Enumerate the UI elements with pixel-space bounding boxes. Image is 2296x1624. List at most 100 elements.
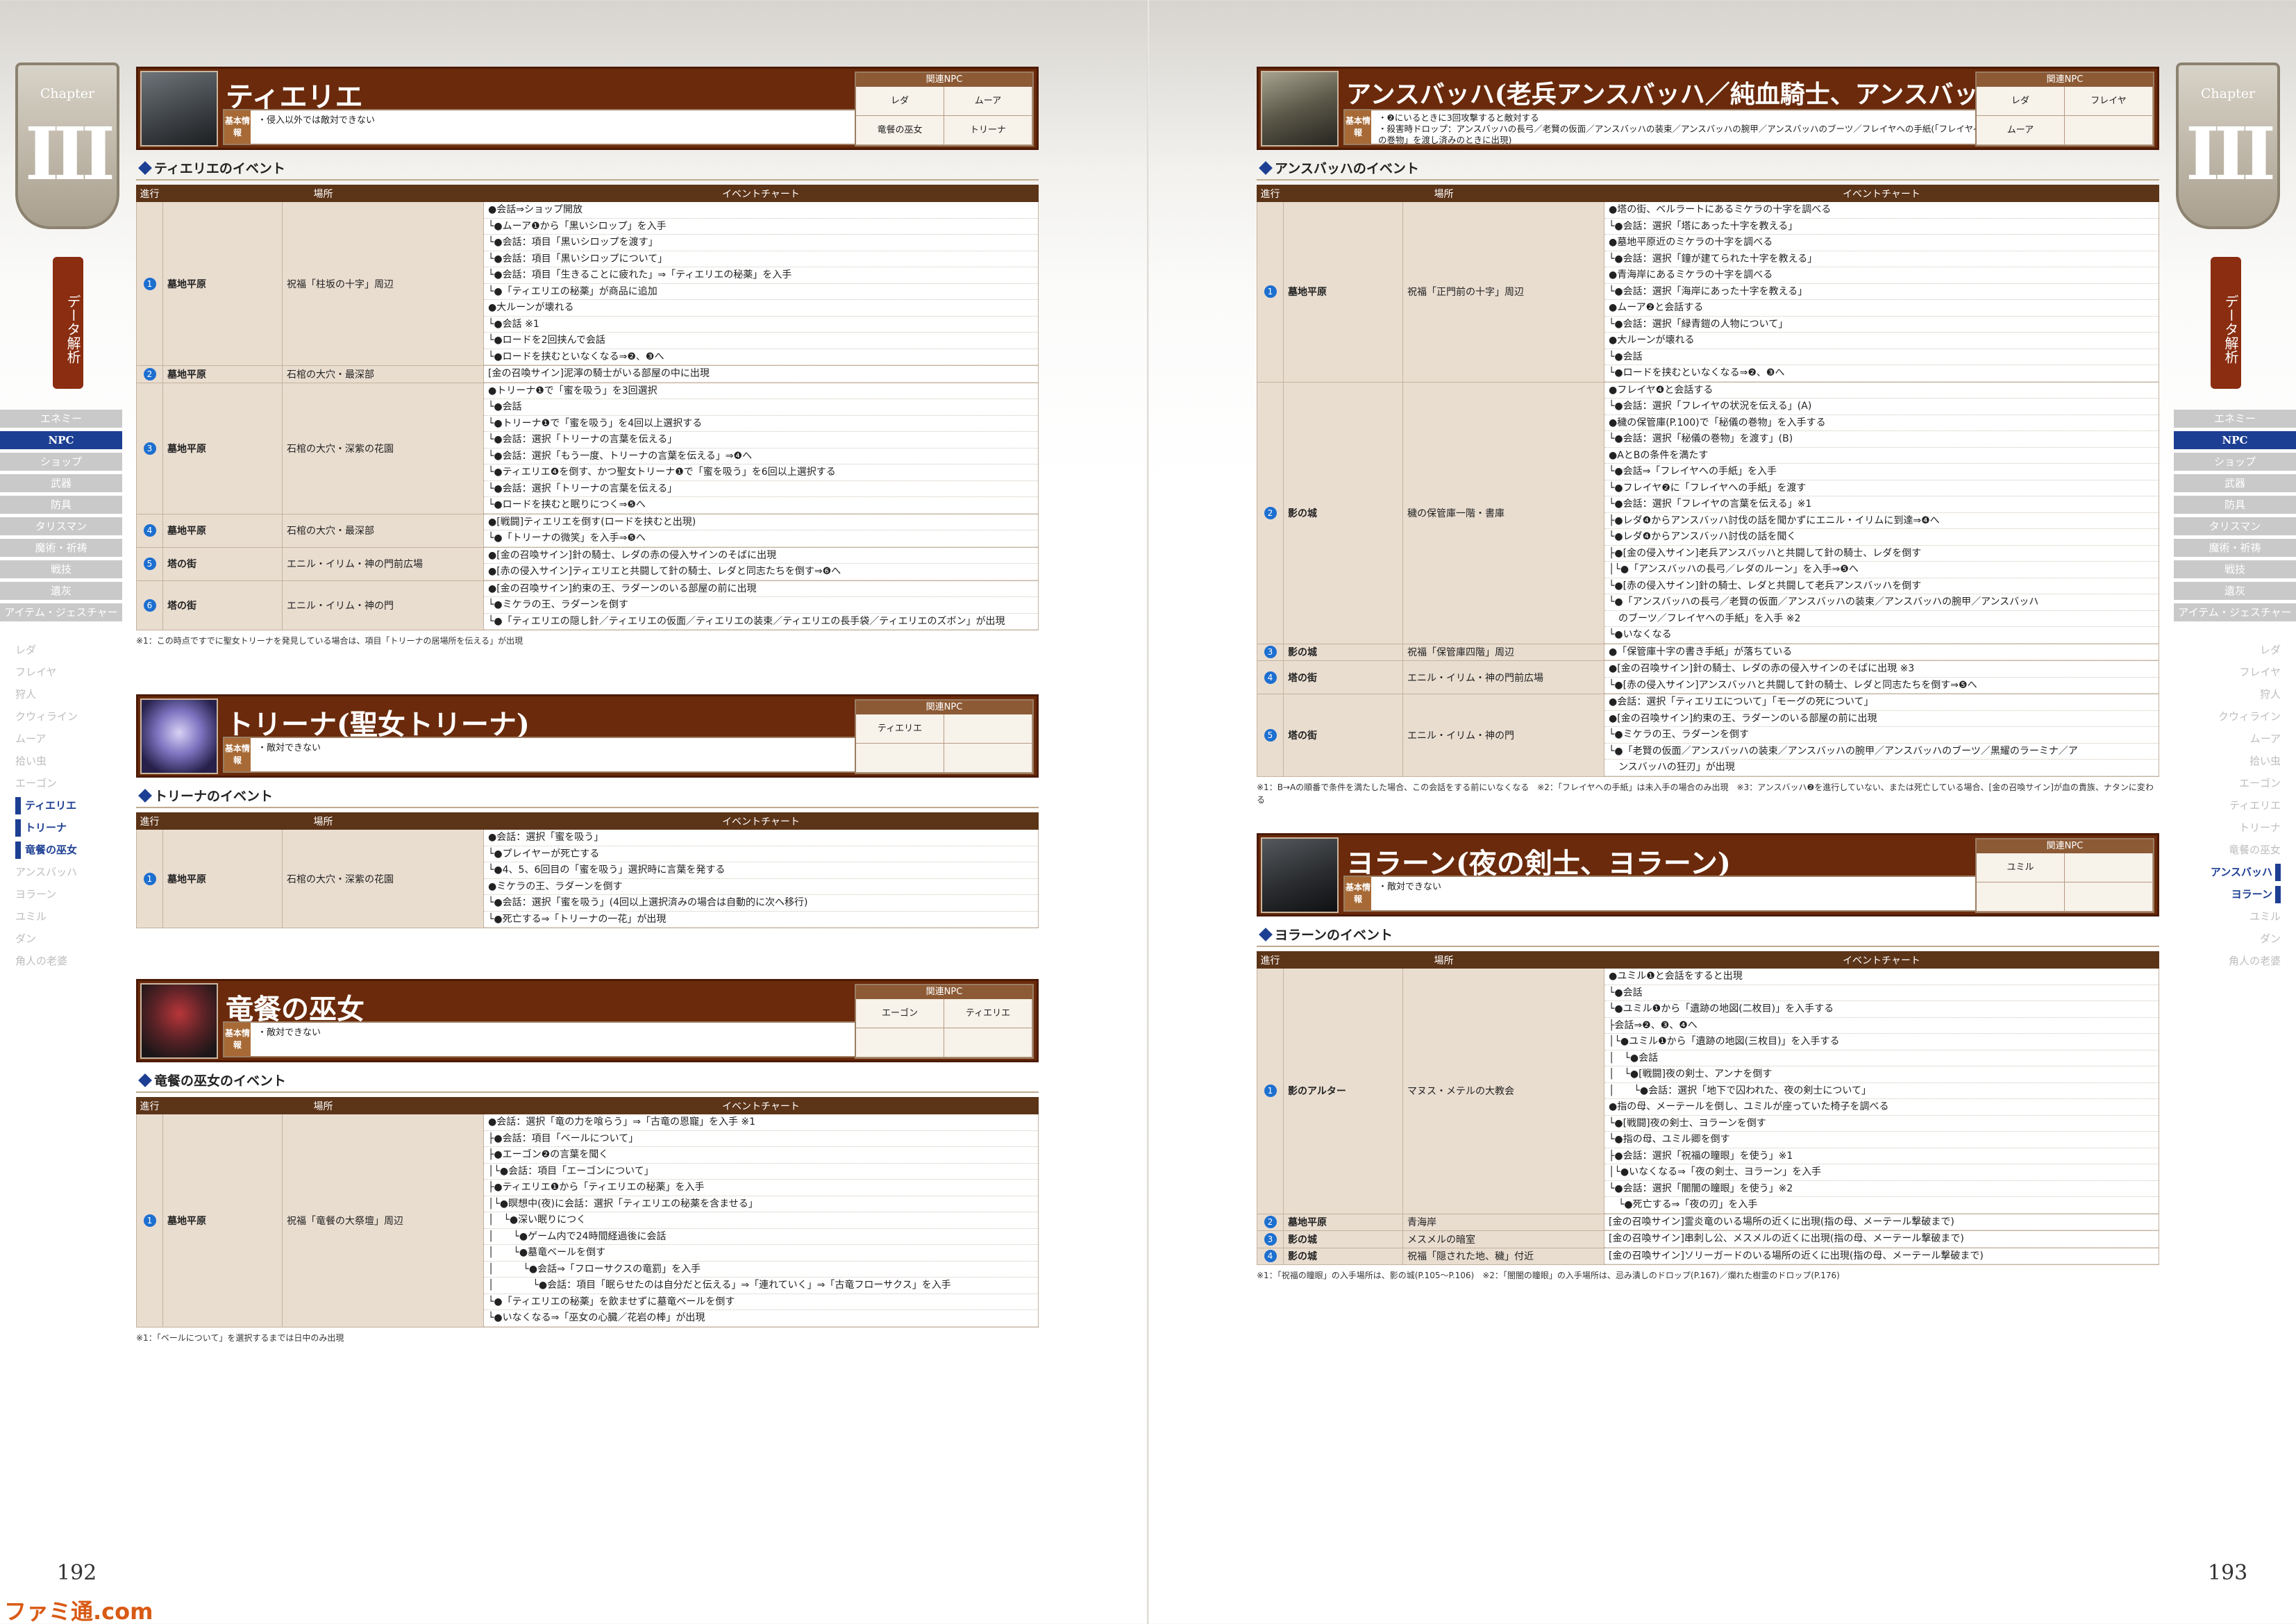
chart-line: └●会話：選択「秘儀の巻物」を渡す」(B) <box>1604 431 2159 448</box>
page-number: 192 <box>57 1561 97 1585</box>
npc-nav-item[interactable]: アンスバッハ <box>2170 864 2281 881</box>
npc-nav-item[interactable]: ダン <box>15 930 126 948</box>
npc-nav-item[interactable]: ダン <box>2170 930 2281 948</box>
related-npc-cell[interactable]: ティエリエ <box>856 714 944 744</box>
related-npc-cell <box>2065 853 2153 882</box>
watermark-logo: ファミ通.com <box>4 1598 153 1624</box>
npc-nav-item[interactable]: 拾い虫 <box>15 753 126 770</box>
place-cell: 石棺の大穴・最深部 <box>282 365 484 383</box>
npc-nav-item[interactable]: ヨラーン <box>2170 886 2281 903</box>
tierie-portrait <box>140 71 218 147</box>
nav-item[interactable]: アイテム・ジェスチャー <box>0 603 122 621</box>
event-row: 2 墓地平原 青海岸 [金の召喚サイン]霊炎竜のいる場所の近くに出現(指の母、メーテー… <box>1257 1213 2159 1231</box>
npc-nav: レダフレイヤ狩人クウィライン ムーア拾い虫エーゴンティエリエトリーナ竜餐の巫女アン… <box>15 642 126 975</box>
basic-info-label: 基本情報 <box>1345 877 1371 910</box>
nav-item[interactable]: 武器 <box>0 474 122 492</box>
nav-item[interactable]: NPC <box>2174 431 2296 449</box>
place-cell: 青海岸 <box>1402 1213 1604 1231</box>
chart-line: └●会話 <box>484 399 1038 416</box>
nav-item[interactable]: ショップ <box>2174 453 2296 471</box>
step-cell: 6 <box>136 580 163 630</box>
step-cell: 3 <box>1257 1230 1284 1248</box>
related-npc-cell[interactable]: ティエリエ <box>944 999 1032 1028</box>
nav-item[interactable]: アイテム・ジェスチャー <box>2174 603 2296 621</box>
data-analysis-tab[interactable]: データ解析 <box>2211 257 2241 389</box>
related-npc-cell[interactable]: レダ <box>856 87 944 116</box>
chart-cell: ●会話：選択「竜の力を喰らう」⇒「古竜の恩寵」を入手 ※1 ├●会話：項目「ベール… <box>483 1114 1039 1328</box>
basic-info-label: 基本情報 <box>1345 110 1371 144</box>
related-npc-cell[interactable]: フレイヤ <box>2065 87 2153 116</box>
nav-item[interactable]: 防具 <box>0 496 122 514</box>
npc-nav-item[interactable]: ティエリエ <box>2170 797 2281 814</box>
npc-nav-item[interactable]: トリーナ <box>2170 819 2281 837</box>
related-npc-cell[interactable]: ユミル <box>1977 853 2065 882</box>
nav-item[interactable]: 遺灰 <box>2174 582 2296 600</box>
nav-item[interactable]: 武器 <box>2174 474 2296 492</box>
npc-nav-item[interactable]: 竜餐の巫女 <box>15 842 126 859</box>
related-npc-cell[interactable]: レダ <box>1977 87 2065 116</box>
related-npc-cell <box>2065 882 2153 912</box>
nav-item[interactable]: エネミー <box>0 410 122 428</box>
chart-line: │└●ユミル❶から「遺跡の地図(三枚目)」を入手する <box>1604 1034 2159 1050</box>
npc-nav-item[interactable]: 狩人 <box>15 686 126 703</box>
area-cell: 塔の街 <box>1283 694 1403 777</box>
npc-nav-item[interactable]: エーゴン <box>2170 775 2281 792</box>
nav-item[interactable]: タリスマン <box>0 517 122 535</box>
chart-line: └●会話：選択「フレイヤの状況を伝える」(A) <box>1604 399 2159 415</box>
related-npc-cell[interactable]: トリーナ <box>944 116 1032 145</box>
nav-item[interactable]: 戦技 <box>2174 560 2296 578</box>
npc-nav-item[interactable]: 竜餐の巫女 <box>2170 842 2281 859</box>
npc-nav-item[interactable]: ティエリエ <box>15 797 126 814</box>
npc-nav-item[interactable]: フレイヤ <box>15 664 126 681</box>
chart-line: └●会話：選択「フレイヤの言葉を伝える」※1 <box>1604 496 2159 513</box>
chart-line: ●ミケラの王、ラダーンを倒す <box>484 879 1038 895</box>
data-analysis-tab[interactable]: データ解析 <box>53 257 83 389</box>
chart-line: ●ユミル❶と会話をすると出現 <box>1604 969 2159 985</box>
npc-nav-item[interactable]: ユミル <box>15 908 126 926</box>
npc-nav-item[interactable]: ムーア <box>2170 730 2281 748</box>
npc-nav-item[interactable]: エーゴン <box>15 775 126 792</box>
npc-nav-item[interactable]: アンスバッハ <box>15 864 126 881</box>
npc-nav-item[interactable]: 角人の老婆 <box>15 953 126 970</box>
npc-nav-item[interactable]: ヨラーン <box>15 886 126 903</box>
chart-line: ●[金の召喚サイン]針の騎士、レダの赤の侵入サインのそばに出現 <box>484 548 1038 564</box>
related-npc-cell[interactable]: 竜餐の巫女 <box>856 116 944 145</box>
chart-line: ●青海岸にあるミケラの十字を調べる <box>1604 267 2159 284</box>
npc-nav-item[interactable]: 拾い虫 <box>2170 753 2281 770</box>
npc-nav-item[interactable]: レダ <box>2170 642 2281 659</box>
npc-nav-item[interactable]: ムーア <box>15 730 126 748</box>
area-cell: 影の城 <box>1283 381 1403 644</box>
related-npc-cell[interactable]: エーゴン <box>856 999 944 1028</box>
npc-nav-item[interactable]: トリーナ <box>15 819 126 837</box>
nav-item[interactable]: 魔術・祈祷 <box>2174 539 2296 557</box>
nav-item[interactable]: エネミー <box>2174 410 2296 428</box>
npc-nav-item[interactable]: レダ <box>15 642 126 659</box>
nav-item[interactable]: タリスマン <box>2174 517 2296 535</box>
nav-item[interactable]: 戦技 <box>0 560 122 578</box>
step-number: 1 <box>143 277 156 290</box>
nav-item[interactable]: NPC <box>0 431 122 449</box>
basic-info-line: ・❷にいるときに3回攻撃すると敵対する <box>1378 112 1539 123</box>
nav-item[interactable]: 遺灰 <box>0 582 122 600</box>
related-npc-cell[interactable]: ムーア <box>1977 116 2065 145</box>
chart-cell: [金の召喚サイン]霊炎竜のいる場所の近くに出現(指の母、メーテール撃破まで) <box>1604 1213 2159 1231</box>
event-table: 進行 場所 イベントチャート 1 墓地平原 祝福「正門前の十字」周辺 ●塔の街、ベルラート… <box>1257 185 2159 777</box>
related-npc-cell[interactable]: ムーア <box>944 87 1032 116</box>
basic-info-text: ・侵入以外では敵対できない <box>258 115 376 126</box>
chart-line: ●会話：選択「ティエリエについて」「モーグの死について」 <box>1604 694 2159 711</box>
chapter-emblem: Chapter III <box>2176 62 2280 229</box>
nav-item[interactable]: ショップ <box>0 453 122 471</box>
step-cell: 1 <box>136 1114 163 1328</box>
npc-nav-item[interactable]: 狩人 <box>2170 686 2281 703</box>
chart-line: ├●レダ❹からアンスバッハ討伐の話を聞かずにエニル・イリムに到達⇒❹へ <box>1604 513 2159 529</box>
npc-nav-item[interactable]: 角人の老婆 <box>2170 953 2281 970</box>
chart-cell: ●[金の召喚サイン]針の騎士、レダの赤の侵入サインのそばに出現 ●[赤の侵入サイン… <box>483 546 1039 581</box>
chart-line: │└●瞑想中(夜)に会話：選択「ティエリエの秘薬を含ませる」 <box>484 1196 1038 1212</box>
nav-item[interactable]: 魔術・祈祷 <box>0 539 122 557</box>
npc-nav-item[interactable]: クウィライン <box>15 708 126 726</box>
chart-line: └●会話：選択「トリーナの言葉を伝える」 <box>484 481 1038 497</box>
npc-nav-item[interactable]: クウィライン <box>2170 708 2281 726</box>
npc-nav-item[interactable]: ユミル <box>2170 908 2281 926</box>
npc-nav-item[interactable]: フレイヤ <box>2170 664 2281 681</box>
nav-item[interactable]: 防具 <box>2174 496 2296 514</box>
